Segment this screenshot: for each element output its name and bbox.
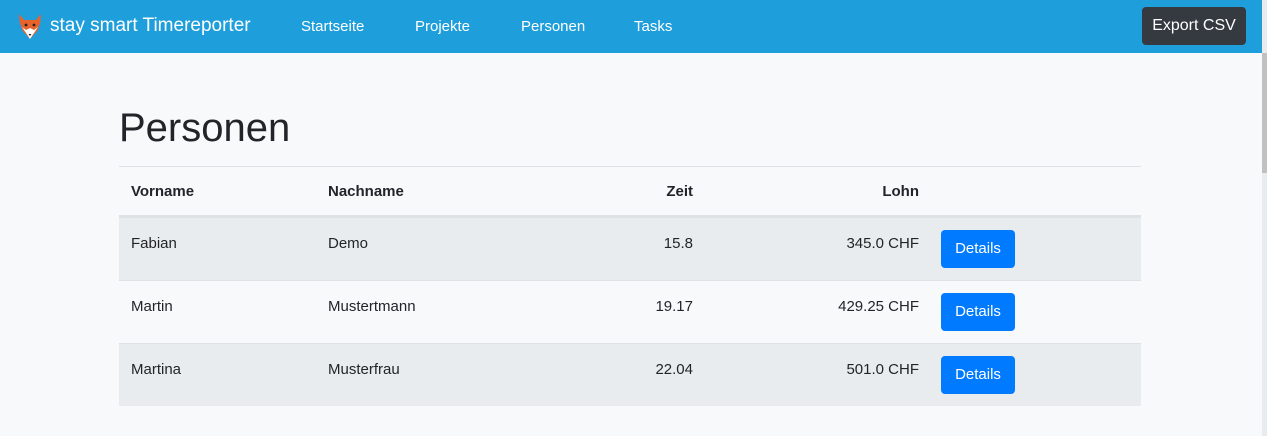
cell-vorname: Fabian: [131, 235, 177, 252]
cell-vorname: Martin: [131, 298, 173, 315]
page-title: Personen: [119, 106, 291, 150]
cell-zeit: 19.17: [655, 298, 693, 315]
header-vorname: Vorname: [131, 183, 195, 200]
cell-nachname: Musterfrau: [328, 361, 400, 378]
header-zeit: Zeit: [666, 183, 693, 200]
export-csv-button[interactable]: Export CSV: [1142, 7, 1246, 45]
cell-vorname: Martina: [131, 361, 182, 378]
brand-name: stay smart Timereporter: [50, 15, 251, 36]
brand[interactable]: stay smart Timereporter: [17, 12, 251, 40]
cell-lohn: 501.0 CHF: [846, 361, 919, 378]
nav-link-personen[interactable]: Personen: [521, 17, 585, 37]
cell-lohn: 345.0 CHF: [846, 235, 919, 252]
header-nachname: Nachname: [328, 183, 404, 200]
table-header: Vorname Nachname Zeit Lohn: [119, 167, 1141, 217]
table-row: Martin Mustertmann 19.17 429.25 CHF Deta…: [119, 280, 1141, 343]
details-button[interactable]: Details: [941, 356, 1015, 394]
nav-link-startseite[interactable]: Startseite: [301, 17, 364, 37]
scrollbar-thumb[interactable]: [1262, 53, 1267, 173]
cell-lohn: 429.25 CHF: [838, 298, 919, 315]
navbar: stay smart Timereporter Startseite Proje…: [0, 0, 1262, 53]
table-row: Fabian Demo 15.8 345.0 CHF Details: [119, 217, 1141, 280]
nav-link-tasks[interactable]: Tasks: [634, 17, 672, 37]
details-button[interactable]: Details: [941, 293, 1015, 331]
cell-nachname: Mustertmann: [328, 298, 416, 315]
nav-link-projekte[interactable]: Projekte: [415, 17, 470, 37]
details-button[interactable]: Details: [941, 230, 1015, 268]
table-row: Martina Musterfrau 22.04 501.0 CHF Detai…: [119, 343, 1141, 406]
cell-nachname: Demo: [328, 235, 369, 252]
header-lohn: Lohn: [882, 183, 919, 200]
fox-logo-icon: [19, 14, 41, 39]
persons-table: Vorname Nachname Zeit Lohn Fabian Demo 1…: [119, 166, 1141, 406]
cell-zeit: 22.04: [655, 361, 693, 378]
cell-zeit: 15.8: [663, 235, 693, 252]
